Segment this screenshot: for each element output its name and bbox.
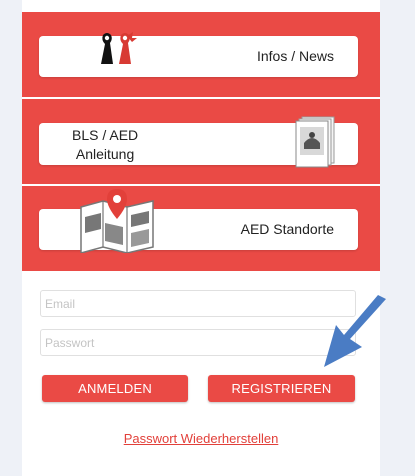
app-screen: Infos / News BLS / AED Anleitung AED Sta…	[22, 0, 380, 476]
password-input[interactable]	[40, 329, 356, 356]
map-pin-icon	[80, 189, 154, 253]
email-input[interactable]	[40, 290, 356, 317]
bls-aed-label-line1: BLS / AED	[72, 127, 139, 143]
booklet-icon	[295, 116, 335, 168]
menu-section-bls: BLS / AED Anleitung	[22, 99, 380, 184]
register-button[interactable]: REGISTRIEREN	[208, 375, 355, 402]
reset-password-link[interactable]: Passwort Wiederherstellen	[22, 431, 380, 446]
login-button[interactable]: ANMELDEN	[42, 375, 188, 402]
bls-aed-label: BLS / AED Anleitung	[72, 126, 138, 164]
infos-news-label: Infos / News	[256, 48, 334, 64]
menu-section-aed: AED Standorte	[22, 186, 380, 271]
bls-aed-label-line2: Anleitung	[75, 146, 135, 162]
aed-locations-label: AED Standorte	[240, 221, 334, 237]
baselstab-icon	[101, 32, 137, 64]
arrow-icon	[324, 295, 386, 367]
aed-locations-button[interactable]: AED Standorte	[39, 189, 358, 253]
menu-section-infos: Infos / News	[22, 12, 380, 97]
infos-news-button[interactable]: Infos / News	[39, 32, 358, 77]
bls-aed-guide-button[interactable]: BLS / AED Anleitung	[39, 116, 358, 168]
